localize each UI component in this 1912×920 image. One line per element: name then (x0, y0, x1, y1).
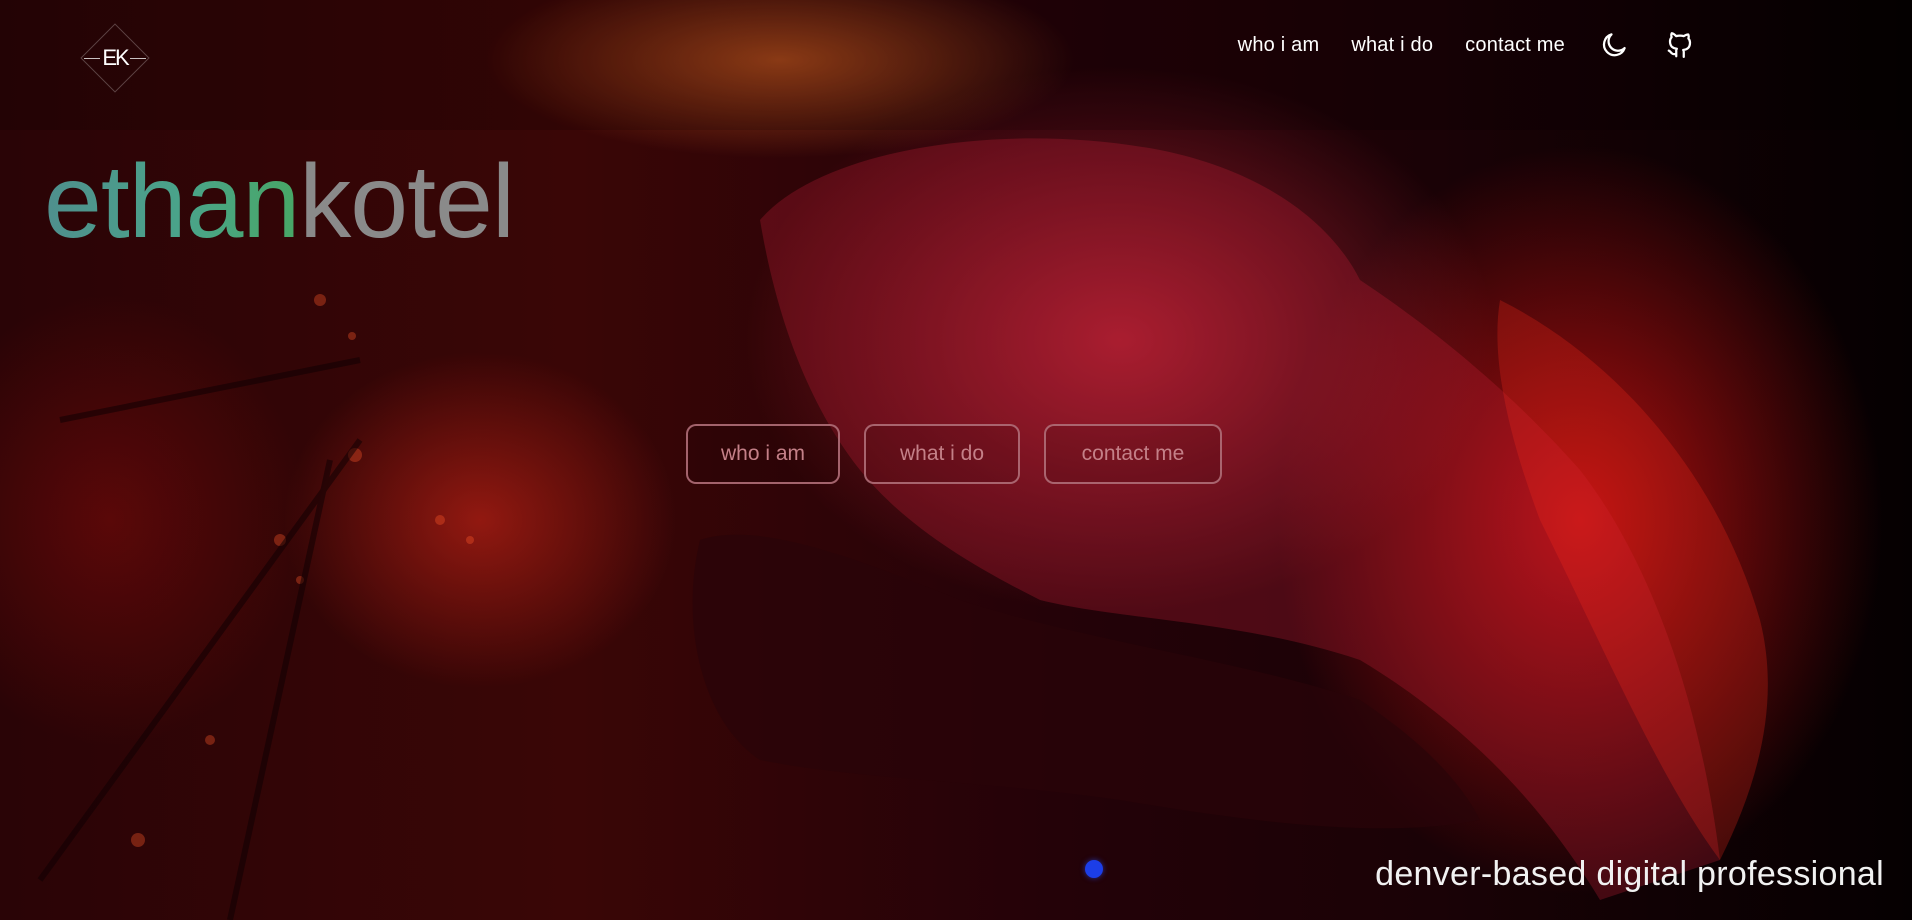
github-link-button[interactable] (1665, 30, 1695, 60)
cta-who-i-am-button[interactable]: who i am (686, 424, 840, 484)
hero-tagline: denver-based digital professional (1375, 855, 1884, 893)
github-icon (1667, 32, 1692, 58)
name-first: ethan (44, 144, 300, 260)
cta-what-i-do-button[interactable]: what i do (864, 424, 1020, 484)
logo-monogram: EK (102, 45, 129, 70)
site-logo[interactable]: EK (80, 23, 150, 93)
cta-contact-me-button[interactable]: contact me (1044, 424, 1222, 484)
moon-icon (1602, 33, 1626, 57)
name-last: kotel (299, 144, 515, 260)
top-navigation: who i am what i do contact me (1206, 30, 1695, 60)
nav-link-who-i-am[interactable]: who i am (1238, 34, 1320, 57)
nav-link-what-i-do[interactable]: what i do (1351, 34, 1433, 57)
hero-cta-buttons: who i am what i do contact me (686, 424, 1222, 484)
nav-link-contact-me[interactable]: contact me (1465, 34, 1565, 57)
theme-toggle-button[interactable] (1599, 30, 1629, 60)
carousel-indicator-dot[interactable] (1085, 860, 1103, 878)
page-title-name: ethankotel (44, 150, 515, 254)
